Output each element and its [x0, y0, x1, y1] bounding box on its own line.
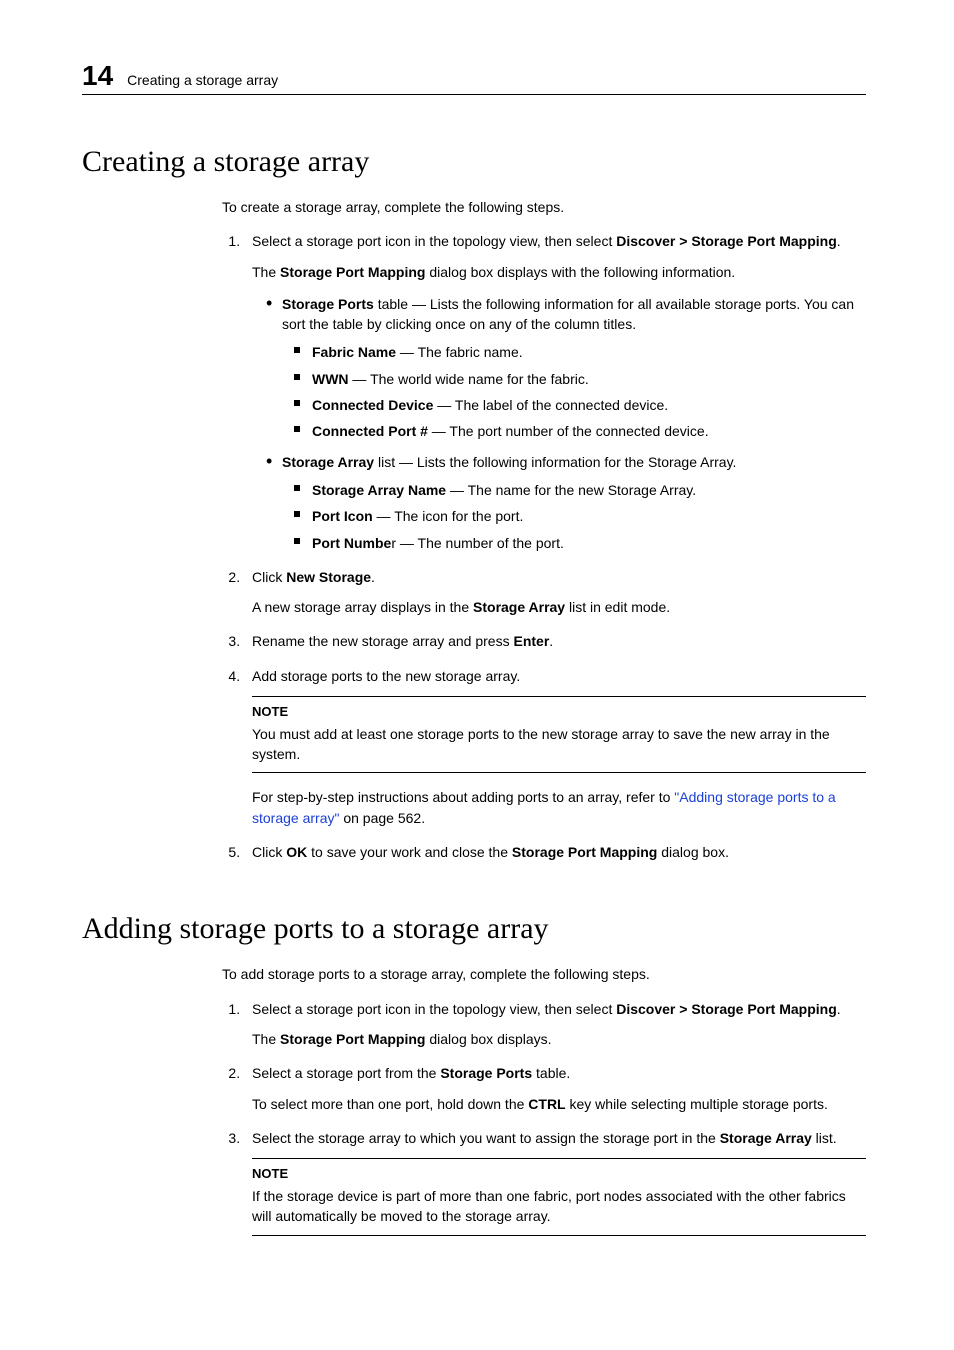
page-header: 14 Creating a storage array: [82, 60, 866, 95]
steps-list-2: Select a storage port icon in the topolo…: [222, 999, 866, 1236]
bullet-storage-array: Storage Array list — Lists the following…: [282, 452, 866, 553]
step-4: Add storage ports to the new storage arr…: [244, 666, 866, 828]
step-1-sub: The Storage Port Mapping dialog box disp…: [252, 262, 866, 282]
step-2: Select a storage port from the Storage P…: [244, 1063, 866, 1114]
header-section-title: Creating a storage array: [127, 72, 278, 88]
step-1: Select a storage port icon in the topolo…: [244, 999, 866, 1050]
step-2-sub: A new storage array displays in the Stor…: [252, 597, 866, 617]
step-3: Select the storage array to which you wa…: [244, 1128, 866, 1236]
intro-text-2: To add storage ports to a storage array,…: [222, 964, 866, 984]
list-item: WWN — The world wide name for the fabric…: [312, 369, 866, 389]
note-box-2: NOTE If the storage device is part of mo…: [252, 1158, 866, 1235]
step-1: Select a storage port icon in the topolo…: [244, 231, 866, 553]
heading-adding-storage-ports: Adding storage ports to a storage array: [82, 912, 866, 946]
reference-text: For step-by-step instructions about addi…: [252, 787, 866, 828]
step-5: Click OK to save your work and close the…: [244, 842, 866, 862]
note-label: NOTE: [252, 703, 866, 722]
step-2-sub: To select more than one port, hold down …: [252, 1094, 866, 1114]
bullet-storage-ports: Storage Ports table — Lists the followin…: [282, 294, 866, 442]
intro-text: To create a storage array, complete the …: [222, 197, 866, 217]
note-box: NOTE You must add at least one storage p…: [252, 696, 866, 773]
list-item: Port Icon — The icon for the port.: [312, 506, 866, 526]
note-text: If the storage device is part of more th…: [252, 1188, 846, 1224]
note-label: NOTE: [252, 1165, 866, 1184]
list-item: Fabric Name — The fabric name.: [312, 342, 866, 362]
step-1-sub: The Storage Port Mapping dialog box disp…: [252, 1029, 866, 1049]
note-text: You must add at least one storage ports …: [252, 726, 830, 762]
chapter-number: 14: [82, 60, 113, 92]
step-2: Click New Storage. A new storage array d…: [244, 567, 866, 618]
step-3: Rename the new storage array and press E…: [244, 631, 866, 651]
steps-list: Select a storage port icon in the topolo…: [222, 231, 866, 862]
heading-creating-storage-array: Creating a storage array: [82, 145, 866, 179]
list-item: Storage Array Name — The name for the ne…: [312, 480, 866, 500]
list-item: Port Number — The number of the port.: [312, 533, 866, 553]
list-item: Connected Port # — The port number of th…: [312, 421, 866, 441]
list-item: Connected Device — The label of the conn…: [312, 395, 866, 415]
